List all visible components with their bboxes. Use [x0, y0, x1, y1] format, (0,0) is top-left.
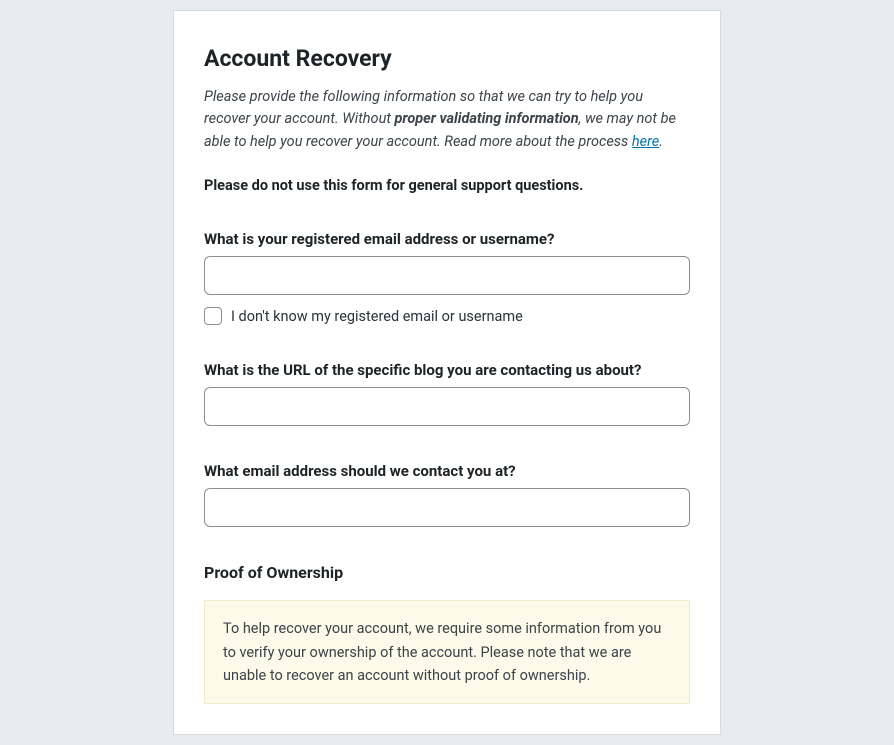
intro-post: .	[659, 133, 663, 150]
checkbox-row-unknown: I don't know my registered email or user…	[204, 307, 690, 325]
label-email-or-username: What is your registered email address or…	[204, 230, 690, 248]
field-blog-url: What is the URL of the specific blog you…	[204, 361, 690, 426]
warning-text: Please do not use this form for general …	[204, 177, 690, 194]
label-unknown-email[interactable]: I don't know my registered email or user…	[231, 308, 523, 325]
field-contact-email: What email address should we contact you…	[204, 462, 690, 527]
page-title: Account Recovery	[204, 45, 690, 72]
input-email-or-username[interactable]	[204, 256, 690, 295]
label-blog-url: What is the URL of the specific blog you…	[204, 361, 690, 379]
proof-heading: Proof of Ownership	[204, 563, 690, 582]
intro-link[interactable]: here	[632, 133, 659, 150]
checkbox-unknown-email[interactable]	[204, 307, 222, 325]
proof-notice: To help recover your account, we require…	[204, 600, 690, 704]
input-blog-url[interactable]	[204, 387, 690, 426]
field-email-or-username: What is your registered email address or…	[204, 230, 690, 325]
intro-text: Please provide the following information…	[204, 86, 690, 153]
form-card: Account Recovery Please provide the foll…	[173, 10, 721, 735]
label-contact-email: What email address should we contact you…	[204, 462, 690, 480]
intro-bold: proper validating information	[395, 110, 579, 127]
input-contact-email[interactable]	[204, 488, 690, 527]
